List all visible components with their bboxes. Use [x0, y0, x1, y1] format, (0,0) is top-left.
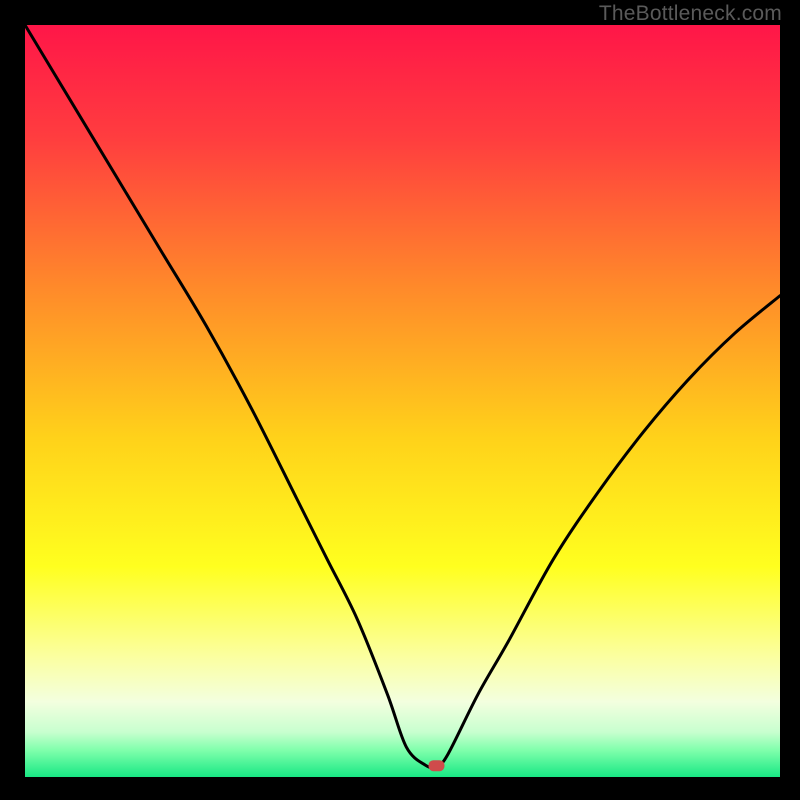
bottleneck-chart: [25, 25, 780, 777]
chart-frame: TheBottleneck.com: [0, 0, 800, 800]
plot-area: [25, 25, 780, 777]
optimal-point-marker: [429, 760, 445, 771]
watermark-text: TheBottleneck.com: [599, 2, 782, 26]
gradient-background: [25, 25, 780, 777]
